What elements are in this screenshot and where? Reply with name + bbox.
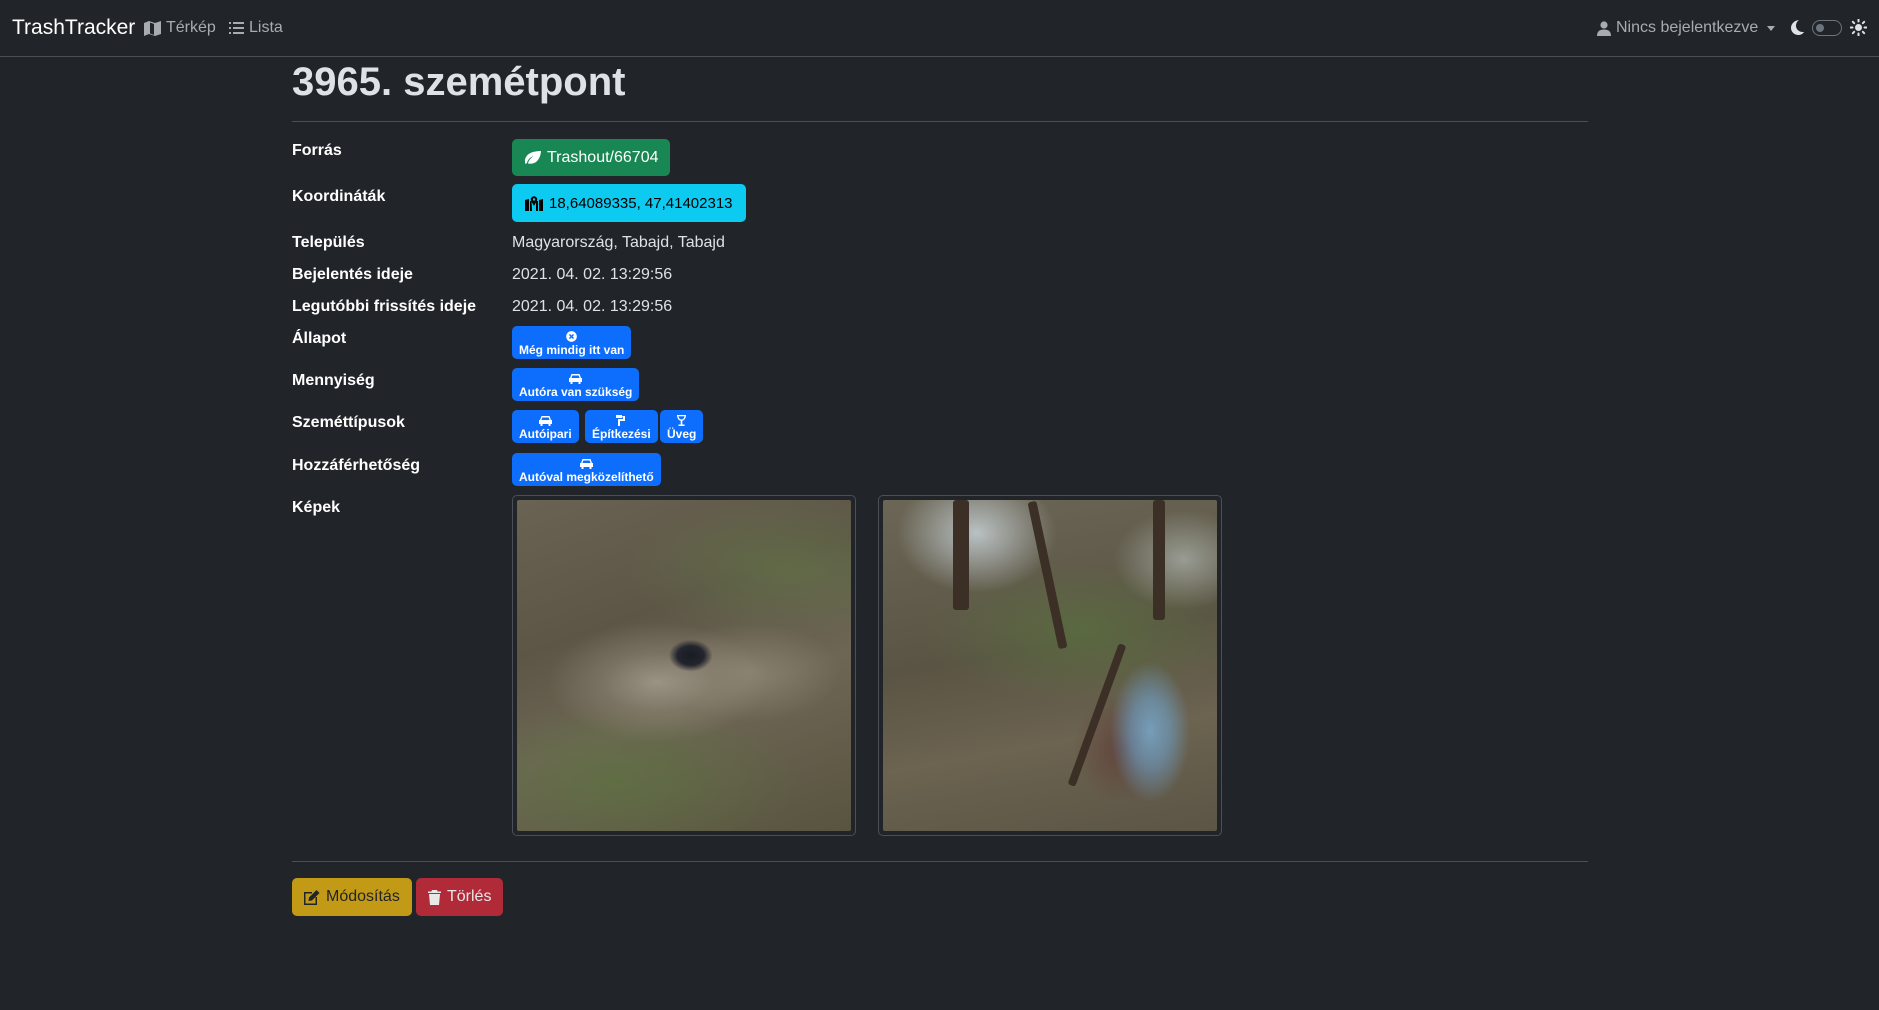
settlement-label: Település [292,234,365,251]
chevron-down-icon [1767,25,1776,31]
moon-icon [1791,20,1804,35]
images-label: Képek [292,499,341,516]
accessibility-badge-label: Autóval megközelíthető [519,469,654,484]
map-pin-icon [525,195,543,211]
status-badge-label: Még mindig itt van [519,342,625,357]
nav-link-map[interactable]: Térkép [144,19,216,37]
theme-toggle-switch[interactable] [1812,20,1842,36]
theme-toggle-knob [1816,24,1824,32]
glass-icon [677,414,687,426]
brand-logo[interactable]: TrashTracker [12,16,135,40]
user-menu-label: Nincs bejelentkezve [1616,19,1759,36]
trash-photo-1[interactable] [512,495,856,836]
trash-type-badge-construction: Építkezési [585,410,658,443]
accessibility-badge: Autóval megközelíthető [512,453,661,486]
trash-photo-1-image [517,500,851,831]
nav-link-map-label: Térkép [166,19,216,36]
navbar: TrashTracker Térkép Lista Nincs bejelent… [0,0,1879,57]
trash-photo-2[interactable] [878,495,1222,836]
divider [292,121,1588,122]
updated-at-value: 2021. 04. 02. 13:29:56 [512,298,673,315]
trash-icon [428,889,441,905]
status-badge: Még mindig itt van [512,326,632,359]
source-button-label: Trashout/66704 [547,148,659,166]
trowel-icon [615,414,625,426]
trash-type-badge-glass: Üveg [660,410,704,443]
edit-button[interactable]: Módosítás [292,878,412,916]
coordinates-button[interactable]: 18,64089335, 47,41402313 [512,184,746,222]
user-menu-dropdown[interactable]: Nincs bejelentkezve [1597,19,1776,37]
accessibility-label: Hozzáférhetőség [292,457,421,474]
trash-photo-2-image [883,500,1217,831]
coordinates-label: Koordináták [292,188,386,205]
car-icon [569,373,583,384]
quantity-badge: Autóra van szükség [512,368,640,401]
edit-icon [304,889,320,905]
tree-branch [1067,643,1127,787]
sun-icon [1850,19,1867,36]
car-icon [579,458,593,469]
trash-type-badge-automotive: Autóipari [512,410,579,443]
source-label: Forrás [292,142,342,159]
trash-type-label: Üveg [667,426,697,441]
nav-link-list-label: Lista [249,19,283,36]
delete-button-label: Törlés [447,888,492,905]
source-button[interactable]: Trashout/66704 [512,139,671,176]
leaf-icon [524,150,541,164]
trash-type-label: Építkezési [592,426,651,441]
edit-button-label: Módosítás [326,888,400,905]
list-icon [229,22,244,34]
quantity-label: Mennyiség [292,372,375,389]
x-circle-icon [566,330,577,342]
nav-link-list[interactable]: Lista [229,19,283,37]
reported-at-label: Bejelentés ideje [292,266,413,283]
updated-at-label: Legutóbbi frissítés ideje [292,298,477,315]
user-icon [1597,20,1611,36]
settlement-value: Magyarország, Tabajd, Tabajd [512,234,725,251]
status-label: Állapot [292,330,347,347]
coordinates-button-label: 18,64089335, 47,41402313 [549,194,733,212]
divider [292,861,1588,862]
delete-button[interactable]: Törlés [416,878,504,916]
reported-at-value: 2021. 04. 02. 13:29:56 [512,266,673,283]
quantity-badge-label: Autóra van szükség [519,384,633,399]
tree-trunk [1027,500,1068,650]
car-icon [538,415,552,426]
map-icon [144,20,161,36]
tree-trunk [1153,500,1165,620]
trash-types-label: Szeméttípusok [292,414,405,431]
trash-type-label: Autóipari [519,426,572,441]
page-title: 3965. szemétpont [292,60,626,104]
tree-trunk [953,500,969,610]
